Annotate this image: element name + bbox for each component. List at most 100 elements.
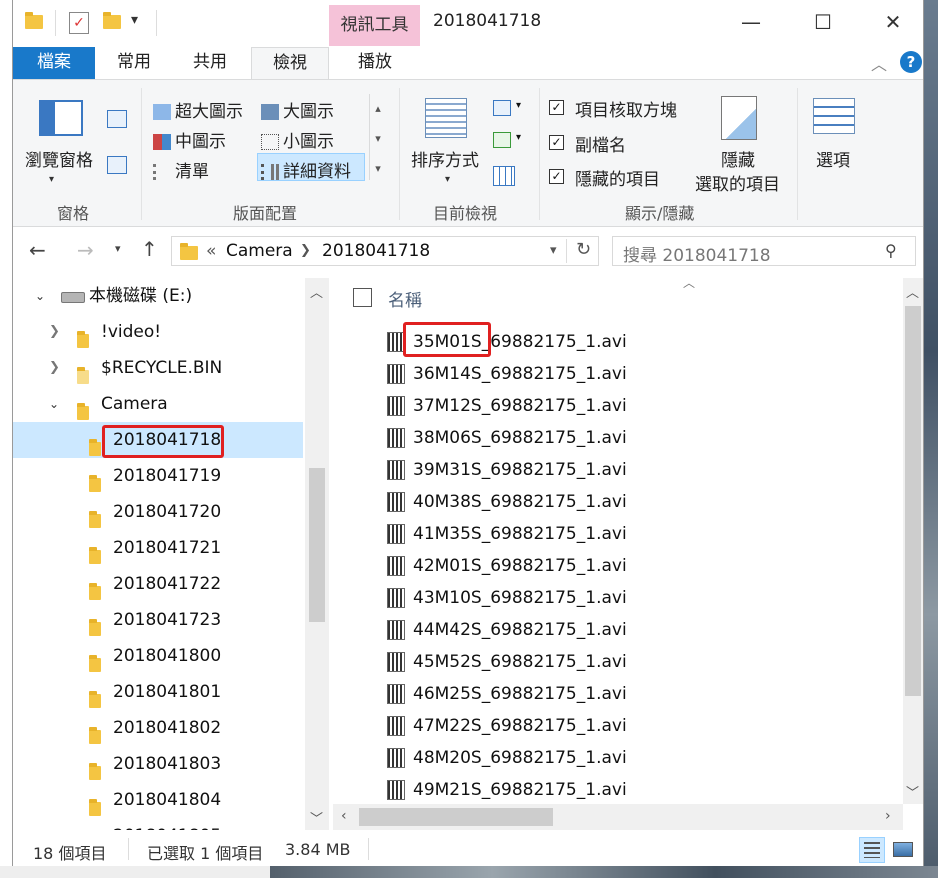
nav-item-subfolder[interactable]: 2018041721 bbox=[13, 530, 303, 566]
scroll-right-icon[interactable]: › bbox=[885, 808, 891, 824]
forward-arrow-icon[interactable]: → bbox=[77, 238, 94, 262]
layout-small-icons[interactable]: 小圖示 bbox=[261, 127, 334, 152]
video-tools-tab[interactable]: 視訊工具 bbox=[329, 5, 420, 46]
nav-item-subfolder[interactable]: 2018041803 bbox=[13, 746, 303, 782]
nav-item-video[interactable]: ❯ !video! bbox=[13, 314, 303, 350]
scroll-down-icon[interactable]: ﹀ bbox=[310, 808, 323, 827]
nav-item-subfolder[interactable]: 2018041800 bbox=[13, 638, 303, 674]
layout-medium-icons[interactable]: 中圖示 bbox=[153, 127, 226, 152]
add-columns-icon[interactable] bbox=[493, 132, 511, 148]
nav-item-subfolder[interactable]: 2018041801 bbox=[13, 674, 303, 710]
file-row[interactable]: 44M42S_69882175_1.avi bbox=[387, 614, 627, 646]
nav-item-subfolder[interactable]: 2018041722 bbox=[13, 566, 303, 602]
file-row[interactable]: 43M10S_69882175_1.avi bbox=[387, 582, 627, 614]
large-icons-view-icon bbox=[893, 842, 913, 857]
column-header-name[interactable]: 名稱 bbox=[388, 286, 422, 311]
file-row[interactable]: 38M06S_69882175_1.avi bbox=[387, 422, 627, 454]
layout-scroll[interactable]: ▴ ▾ ▾ bbox=[369, 94, 386, 180]
preview-pane-icon[interactable] bbox=[107, 110, 127, 128]
file-row[interactable]: 41M35S_69882175_1.avi bbox=[387, 518, 627, 550]
nav-scroll-thumb[interactable] bbox=[309, 468, 325, 622]
nav-item-subfolder[interactable]: 2018041719 bbox=[13, 458, 303, 494]
new-folder-icon[interactable] bbox=[103, 12, 121, 34]
file-row[interactable]: 40M38S_69882175_1.avi bbox=[387, 486, 627, 518]
file-row[interactable]: 46M25S_69882175_1.avi bbox=[387, 678, 627, 710]
nav-item-subfolder[interactable]: 2018041802 bbox=[13, 710, 303, 746]
navigation-pane-button[interactable]: 瀏覽窗格 bbox=[25, 146, 93, 171]
scroll-up-icon[interactable]: ︿ bbox=[310, 282, 323, 301]
hidden-items-checkbox[interactable]: ✓ bbox=[549, 169, 564, 184]
file-scroll-thumb[interactable] bbox=[905, 306, 921, 696]
sort-by-button[interactable]: 排序方式 bbox=[411, 146, 479, 171]
file-row[interactable]: 37M12S_69882175_1.avi bbox=[387, 390, 627, 422]
breadcrumb-camera[interactable]: Camera bbox=[226, 241, 293, 261]
search-input[interactable]: 搜尋 2018041718 ⚲ bbox=[612, 236, 916, 266]
close-button[interactable]: ✕ bbox=[869, 4, 917, 40]
layout-list[interactable]: 清單 bbox=[153, 157, 209, 182]
scroll-left-icon[interactable]: ‹ bbox=[341, 808, 347, 824]
nav-item-drive[interactable]: ⌄ 本機磁碟 (E:) bbox=[13, 278, 303, 314]
refresh-icon[interactable]: ↻ bbox=[576, 239, 591, 260]
details-view-button[interactable] bbox=[859, 837, 885, 863]
sort-by-icon[interactable] bbox=[425, 98, 467, 138]
select-all-checkbox[interactable] bbox=[353, 288, 372, 307]
scroll-up-icon[interactable]: ︿ bbox=[906, 282, 919, 301]
file-extensions-checkbox[interactable]: ✓ bbox=[549, 135, 564, 150]
close-icon: ✕ bbox=[884, 10, 902, 34]
maximize-button[interactable]: ☐ bbox=[799, 4, 847, 40]
customize-qat-icon[interactable]: ▾ bbox=[131, 12, 138, 28]
address-dropdown-icon[interactable]: ▾ bbox=[550, 243, 557, 258]
hide-selected-icon[interactable] bbox=[721, 96, 757, 140]
nav-item-recycle-bin[interactable]: ❯ $RECYCLE.BIN bbox=[13, 350, 303, 386]
recent-locations-icon[interactable]: ▾ bbox=[115, 242, 121, 255]
hide-selected-label-1[interactable]: 隱藏 bbox=[721, 146, 755, 171]
scroll-down-icon[interactable]: ﹀ bbox=[906, 782, 919, 801]
file-horizontal-scrollbar[interactable]: ‹ › bbox=[333, 804, 903, 830]
chevron-right-icon[interactable]: ❯ bbox=[300, 243, 311, 258]
chevron-down-icon: ⌄ bbox=[49, 397, 60, 411]
address-box[interactable]: « Camera ❯ 2018041718 ▾ ↻ bbox=[171, 236, 599, 266]
file-row[interactable]: 47M22S_69882175_1.avi bbox=[387, 710, 627, 742]
file-vertical-scrollbar[interactable]: ︿ ﹀ bbox=[903, 278, 923, 804]
properties-icon[interactable]: ✓ bbox=[69, 12, 89, 34]
file-row[interactable]: 39M31S_69882175_1.avi bbox=[387, 454, 627, 486]
hide-selected-label-2[interactable]: 選取的項目 bbox=[695, 170, 780, 195]
layout-details[interactable]: 詳細資料 bbox=[261, 157, 351, 182]
back-arrow-icon[interactable]: ← bbox=[29, 238, 46, 262]
nav-item-subfolder[interactable]: 2018041720 bbox=[13, 494, 303, 530]
breadcrumb-current[interactable]: 2018041718 bbox=[322, 241, 430, 261]
tab-view[interactable]: 檢視 bbox=[251, 47, 329, 79]
nav-item-subfolder[interactable]: 2018041723 bbox=[13, 602, 303, 638]
tab-play[interactable]: 播放 bbox=[343, 47, 407, 79]
navigation-pane-icon[interactable] bbox=[39, 100, 83, 136]
tab-share[interactable]: 共用 bbox=[179, 47, 241, 79]
breadcrumb-overflow[interactable]: « bbox=[206, 241, 216, 261]
tab-file[interactable]: 檔案 bbox=[13, 47, 95, 79]
file-row[interactable]: 36M14S_69882175_1.avi bbox=[387, 358, 627, 390]
options-icon[interactable] bbox=[813, 98, 855, 134]
nav-item-subfolder[interactable]: 2018041805 bbox=[13, 818, 303, 830]
nav-item-camera[interactable]: ⌄ Camera bbox=[13, 386, 303, 422]
video-file-icon bbox=[387, 556, 405, 576]
layout-extra-large-icons[interactable]: 超大圖示 bbox=[153, 97, 243, 122]
size-columns-icon[interactable] bbox=[493, 166, 515, 186]
help-icon[interactable]: ? bbox=[900, 51, 922, 73]
nav-item-subfolder[interactable]: 2018041804 bbox=[13, 782, 303, 818]
item-checkboxes-checkbox[interactable]: ✓ bbox=[549, 100, 564, 115]
file-row[interactable]: 42M01S_69882175_1.avi bbox=[387, 550, 627, 582]
details-pane-icon[interactable] bbox=[107, 156, 127, 174]
group-by-icon[interactable] bbox=[493, 100, 511, 116]
file-row[interactable]: 49M21S_69882175_1.avi bbox=[387, 774, 627, 804]
nav-scrollbar[interactable]: ︿ ﹀ bbox=[305, 278, 329, 830]
tab-home[interactable]: 常用 bbox=[103, 47, 165, 79]
large-icons-view-button[interactable] bbox=[891, 839, 913, 859]
file-row[interactable]: 48M20S_69882175_1.avi bbox=[387, 742, 627, 774]
layout-large-icons[interactable]: 大圖示 bbox=[261, 97, 334, 122]
options-button[interactable]: 選項 bbox=[816, 146, 850, 171]
up-arrow-icon[interactable]: ↑ bbox=[141, 237, 158, 261]
collapse-ribbon-icon[interactable]: ︿ bbox=[871, 51, 887, 75]
minimize-button[interactable]: — bbox=[727, 4, 775, 40]
file-hscroll-thumb[interactable] bbox=[359, 808, 553, 826]
search-icon[interactable]: ⚲ bbox=[885, 241, 897, 260]
file-row[interactable]: 45M52S_69882175_1.avi bbox=[387, 646, 627, 678]
